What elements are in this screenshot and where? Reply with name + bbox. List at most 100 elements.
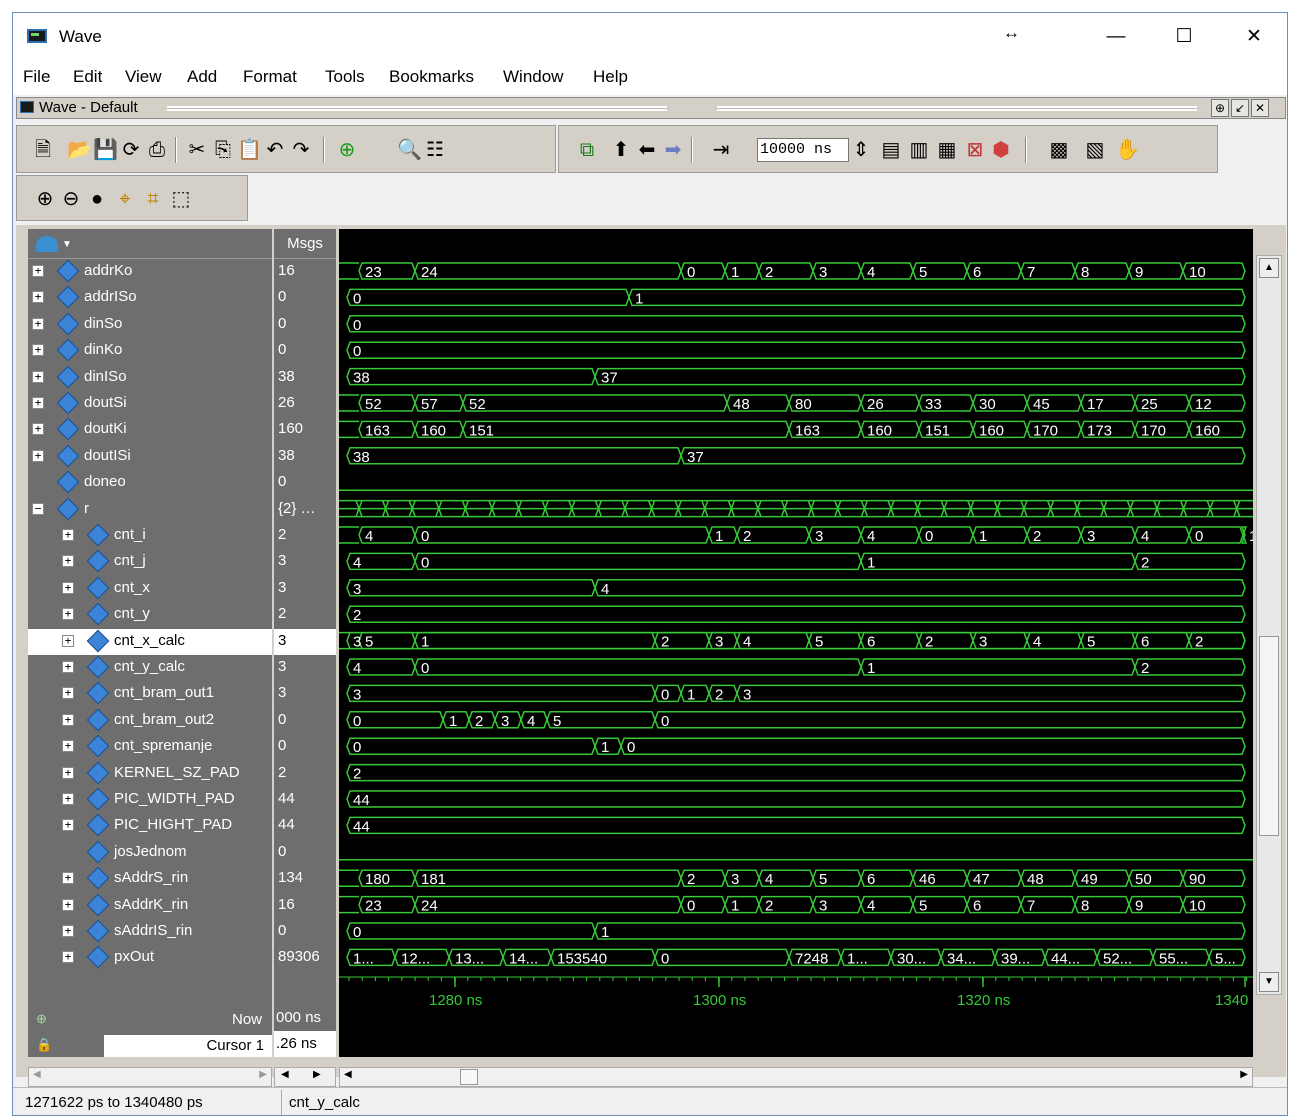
expand-icon[interactable]: + xyxy=(62,925,74,937)
signal-row-cnt-bram-out1[interactable]: + cnt_bram_out1 xyxy=(28,681,272,707)
expand-icon[interactable]: + xyxy=(62,766,74,779)
signal-row-cnt-y[interactable]: + cnt_y xyxy=(28,602,272,628)
format-icon[interactable]: ☷ xyxy=(423,138,447,162)
lock-cursor-icon[interactable]: 🔒 xyxy=(36,1037,52,1053)
reload-icon[interactable]: ⟳ xyxy=(119,138,143,162)
zoom-select-icon[interactable]: ⬚ xyxy=(169,187,193,211)
signal-row-addriso[interactable]: + addrISo xyxy=(28,285,272,311)
expand-icon[interactable]: + xyxy=(32,449,44,462)
vertical-scrollbar[interactable]: ▲ ▼ xyxy=(1256,255,1282,995)
expand-icon[interactable]: + xyxy=(62,555,74,568)
wave-scroll-thumb[interactable] xyxy=(460,1069,478,1085)
run-all-icon[interactable]: ▦ xyxy=(935,138,959,162)
expand-icon[interactable]: + xyxy=(62,793,74,805)
save-icon[interactable]: 💾 xyxy=(93,138,118,162)
signal-row-addrko[interactable]: + addrKo xyxy=(28,259,272,285)
signal-row-diniso[interactable]: + dinISo xyxy=(28,365,272,391)
scroll-thumb[interactable] xyxy=(1259,636,1279,836)
scroll-left-icon[interactable]: ◀ xyxy=(281,1069,289,1080)
menu-help[interactable]: Help xyxy=(593,67,628,87)
expand-icon[interactable]: + xyxy=(62,740,74,753)
run-icon[interactable]: ▤ xyxy=(879,138,903,162)
signal-row-saddris-rin[interactable]: + sAddrIS_rin xyxy=(28,919,272,945)
undock-button[interactable]: ↙ xyxy=(1231,99,1249,117)
zoom-full-icon[interactable]: ● xyxy=(85,187,109,211)
wave-hscrollbar[interactable]: ◀ ▶ xyxy=(339,1067,1253,1087)
signal-row-josjednom[interactable]: josJednom xyxy=(28,840,272,866)
signal-row-saddrs-rin[interactable]: + sAddrS_rin xyxy=(28,866,272,892)
zoom-cursor-icon[interactable]: ⌖ xyxy=(113,187,137,211)
menu-tools[interactable]: Tools xyxy=(325,67,365,87)
menu-view[interactable]: View xyxy=(125,67,162,87)
scroll-left-icon[interactable]: ◀ xyxy=(344,1069,352,1080)
expand-icon[interactable]: + xyxy=(32,344,44,357)
menu-bookmarks[interactable]: Bookmarks xyxy=(389,67,474,87)
add-cursor-icon[interactable]: ⊕ xyxy=(36,1011,47,1027)
memory-icon[interactable]: ▧ xyxy=(1083,138,1107,162)
signal-row-doutsi[interactable]: + doutSi xyxy=(28,391,272,417)
time-spinner-icon[interactable]: ⇕ xyxy=(849,138,873,162)
step-back-icon[interactable]: ⬅ xyxy=(635,138,659,162)
print-icon[interactable]: ⎙ xyxy=(145,138,169,162)
find-icon[interactable]: 🔍 xyxy=(397,138,422,162)
signal-row-cnt-i[interactable]: + cnt_i xyxy=(28,523,272,549)
expand-icon[interactable]: + xyxy=(32,397,44,409)
new-file-icon[interactable]: 🗎 xyxy=(31,138,55,162)
zoom-out-icon[interactable]: ⊖ xyxy=(59,187,83,211)
scroll-right-icon[interactable]: ▶ xyxy=(1240,1069,1248,1080)
signal-row-doutisi[interactable]: + doutISi xyxy=(28,444,272,470)
scroll-down-icon[interactable]: ▼ xyxy=(1259,972,1279,992)
expand-icon[interactable]: + xyxy=(62,713,74,726)
value-hscrollbar[interactable]: ◀ ▶ xyxy=(274,1067,336,1087)
signal-row-cnt-y-calc[interactable]: + cnt_y_calc xyxy=(28,655,272,681)
run-length-icon[interactable]: ⇥ xyxy=(709,138,733,162)
collapse-icon[interactable]: − xyxy=(32,502,44,515)
drag-grip[interactable] xyxy=(167,106,667,111)
signal-row-doneo[interactable]: doneo xyxy=(28,470,272,496)
dock-button[interactable]: ⊕ xyxy=(1211,99,1229,117)
signal-row-cnt-x[interactable]: + cnt_x xyxy=(28,576,272,602)
open-folder-icon[interactable]: 📂 xyxy=(67,138,92,162)
signal-row-pxout[interactable]: + pxOut xyxy=(28,945,272,971)
expand-icon[interactable]: + xyxy=(62,634,74,647)
waveform-canvas[interactable]: 23 24 0 1 2 3 4 5 6 7 8 9 100 10038 3752 57 52 48 80 26 33 30… xyxy=(339,229,1253,1057)
signal-filter-icon[interactable] xyxy=(36,236,58,252)
menu-add[interactable]: Add xyxy=(187,67,217,87)
paste-icon[interactable]: 📋 xyxy=(237,138,262,162)
restart-icon[interactable]: ⧉ xyxy=(575,138,599,162)
expand-icon[interactable]: + xyxy=(62,581,74,594)
menu-window[interactable]: Window xyxy=(503,67,563,87)
signal-row-cnt-j[interactable]: + cnt_j xyxy=(28,549,272,575)
maximize-button[interactable]: ☐ xyxy=(1161,21,1207,53)
expand-icon[interactable]: + xyxy=(32,265,44,277)
signal-row-cnt-spremanje[interactable]: + cnt_spremanje xyxy=(28,734,272,760)
continue-run-icon[interactable]: ▥ xyxy=(907,138,931,162)
expand-icon[interactable]: + xyxy=(32,370,44,383)
signal-row-dinso[interactable]: + dinSo xyxy=(28,312,272,338)
hand-icon[interactable]: ✋ xyxy=(1115,138,1140,162)
expand-icon[interactable]: + xyxy=(32,291,44,304)
redo-icon[interactable]: ↷ xyxy=(289,138,313,162)
signal-row-dinko[interactable]: + dinKo xyxy=(28,338,272,364)
menu-format[interactable]: Format xyxy=(243,67,297,87)
run-time-input[interactable]: 10000 ns xyxy=(757,138,849,162)
signal-row-cnt-bram-out2[interactable]: + cnt_bram_out2 xyxy=(28,708,272,734)
menu-file[interactable]: File xyxy=(23,67,50,87)
scroll-right-icon[interactable]: ▶ xyxy=(313,1069,321,1080)
signal-row-saddrk-rin[interactable]: + sAddrK_rin xyxy=(28,893,272,919)
signal-row-cnt-x-calc[interactable]: + cnt_x_calc xyxy=(28,628,272,655)
performance-icon[interactable]: ▩ xyxy=(1047,138,1071,162)
zoom-range-icon[interactable]: ⌗ xyxy=(141,187,165,211)
expand-icon[interactable]: + xyxy=(62,898,74,911)
expand-icon[interactable]: + xyxy=(62,661,74,673)
expand-icon[interactable]: + xyxy=(62,687,74,700)
copy-icon[interactable]: ⎘ xyxy=(211,138,235,162)
expand-icon[interactable]: + xyxy=(62,608,74,621)
insert-breakpoint-icon[interactable]: ⊕ xyxy=(335,138,359,162)
cursor-label[interactable]: Cursor 1 xyxy=(104,1035,272,1057)
signal-row-doutki[interactable]: + doutKi xyxy=(28,417,272,443)
zoom-in-icon[interactable]: ⊕ xyxy=(33,187,57,211)
name-hscrollbar[interactable]: ◀ ▶ xyxy=(28,1067,272,1087)
scroll-left-icon[interactable]: ◀ xyxy=(33,1069,41,1080)
menu-edit[interactable]: Edit xyxy=(73,67,102,87)
